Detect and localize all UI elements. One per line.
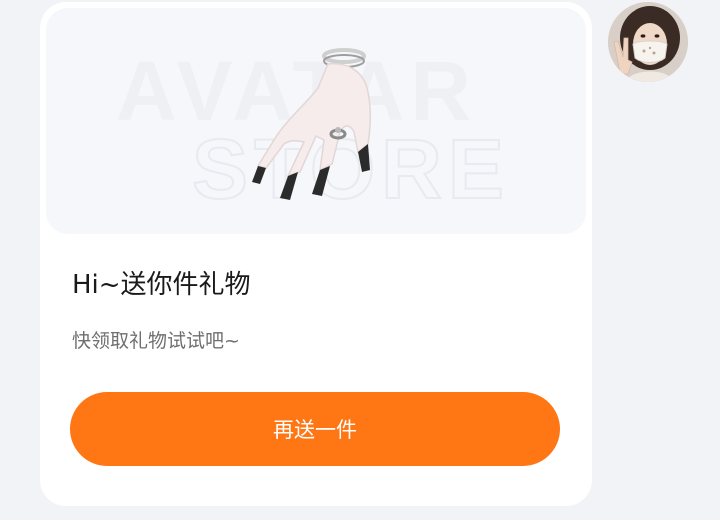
- avatar-store-banner[interactable]: AVATAR STORE: [46, 8, 586, 234]
- gift-message-card: AVATAR STORE Hi~送你件礼物 快领取礼物试试吧~ 再送一件: [40, 2, 592, 506]
- user-avatar[interactable]: [608, 2, 688, 82]
- hand-with-ring-and-bracelet-icon: [252, 48, 372, 200]
- send-another-button[interactable]: 再送一件: [70, 392, 560, 466]
- user-avatar-photo: [608, 2, 688, 82]
- gift-title: Hi~送你件礼物: [72, 270, 251, 300]
- gift-subtitle: 快领取礼物试试吧~: [72, 330, 240, 352]
